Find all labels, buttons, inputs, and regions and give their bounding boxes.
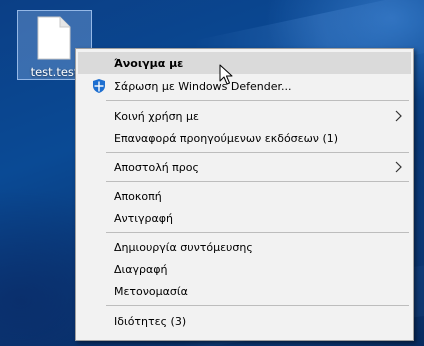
menu-item-label: Κοινή χρήση με — [114, 109, 199, 123]
menu-item-label: Διαγραφή — [114, 262, 168, 276]
menu-item-label: Αντιγραφή — [114, 211, 173, 225]
menu-item-properties[interactable]: Ιδιότητες (3) — [78, 310, 411, 332]
windows-defender-icon — [93, 79, 105, 93]
menu-item-restore-versions[interactable]: Επαναφορά προηγούμενων εκδόσεων (1) — [78, 127, 411, 149]
mouse-pointer-icon — [219, 64, 233, 85]
blank-file-icon — [37, 16, 71, 60]
menu-item-rename[interactable]: Μετονομασία — [78, 280, 411, 302]
menu-item-label: Δημιουργία συντόμευσης — [114, 240, 253, 254]
menu-item-label: Σάρωση με Windows Defender... — [114, 79, 292, 93]
menu-item-label: Επαναφορά προηγούμενων εκδόσεων (1) — [114, 131, 339, 145]
menu-item-label: Μετονομασία — [114, 284, 188, 298]
menu-item-delete[interactable]: Διαγραφή — [78, 258, 411, 280]
menu-item-label: Αποστολή προς — [114, 160, 199, 174]
menu-item-cut[interactable]: Αποκοπή — [78, 185, 411, 207]
menu-item-open-with[interactable]: Άνοιγμα με — [78, 52, 411, 74]
menu-separator — [106, 100, 409, 101]
menu-item-scan-defender[interactable]: Σάρωση με Windows Defender... — [78, 75, 411, 97]
menu-separator — [106, 305, 409, 306]
menu-item-label: Άνοιγμα με — [114, 56, 184, 70]
menu-item-label: Αποκοπή — [114, 189, 162, 203]
chevron-right-icon — [395, 110, 402, 122]
menu-separator — [106, 152, 409, 153]
menu-item-create-shortcut[interactable]: Δημιουργία συντόμευσης — [78, 236, 411, 258]
menu-separator — [106, 181, 409, 182]
menu-separator — [106, 232, 409, 233]
menu-item-copy[interactable]: Αντιγραφή — [78, 207, 411, 229]
chevron-right-icon — [395, 161, 402, 173]
menu-item-send-to[interactable]: Αποστολή προς — [78, 156, 411, 178]
context-menu: Άνοιγμα με Σάρωση με Windows Defender...… — [75, 48, 414, 341]
menu-item-share-with[interactable]: Κοινή χρήση με — [78, 105, 411, 127]
menu-item-label: Ιδιότητες (3) — [114, 314, 187, 328]
